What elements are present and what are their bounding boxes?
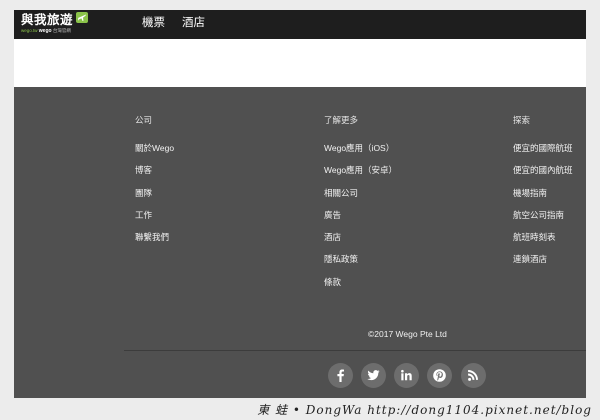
footer-link-privacy[interactable]: 隱私政策 (324, 254, 397, 276)
footer-column-learn-more: 了解更多 Wego應用（iOS） Wego應用（安卓） 相關公司 廣告 酒店 隱… (324, 115, 397, 287)
footer-link-blog[interactable]: 博客 (135, 165, 174, 187)
footer-link-terms[interactable]: 條款 (324, 277, 397, 299)
footer-column-company: 公司 關於Wego 博客 團隊 工作 聯繫我們 (135, 115, 174, 242)
footer-link-android-app[interactable]: Wego應用（安卓） (324, 165, 397, 187)
footer-link-airport-guide[interactable]: 機場指南 (513, 188, 573, 210)
linkedin-button[interactable] (394, 363, 419, 388)
nav-flights[interactable]: 機票 (142, 16, 165, 30)
logo-title: 與我旅遊 (21, 13, 74, 27)
footer-link-airline-guide[interactable]: 航空公司指南 (513, 210, 573, 232)
top-navigation-bar: 與我旅遊 wego.tw wego 台灣官網 機票 酒店 (14, 10, 586, 39)
footer-link-list: Wego應用（iOS） Wego應用（安卓） 相關公司 廣告 酒店 隱私政策 條… (324, 143, 397, 299)
logo-tagline-domain: wego.tw (21, 28, 38, 33)
footer-link-list: 關於Wego 博客 團隊 工作 聯繫我們 (135, 143, 174, 254)
twitter-icon (367, 370, 380, 381)
rss-button[interactable] (461, 363, 486, 388)
footer-link-list: 便宜的國際航班 便宜的國內航班 機場指南 航空公司指南 航班時刻表 連鎖酒店 (513, 143, 573, 277)
footer-column-heading: 了解更多 (324, 115, 359, 125)
footer-link-team[interactable]: 團隊 (135, 188, 174, 210)
footer-link-hotels[interactable]: 酒店 (324, 232, 397, 254)
pinterest-icon (433, 369, 446, 382)
footer-link-jobs[interactable]: 工作 (135, 210, 174, 232)
twitter-button[interactable] (361, 363, 386, 388)
footer-link-intl-flights[interactable]: 便宜的國際航班 (513, 143, 573, 165)
footer-link-advertising[interactable]: 廣告 (324, 210, 397, 232)
footer-link-hotel-chains[interactable]: 連鎖酒店 (513, 254, 573, 276)
linkedin-icon (401, 369, 412, 381)
footer-column-heading: 公司 (135, 115, 153, 125)
browser-viewport: 與我旅遊 wego.tw wego 台灣官網 機票 酒店 公司 關於Wego 博… (14, 10, 586, 398)
logo-tagline: wego.tw wego 台灣官網 (21, 28, 71, 34)
blog-watermark: 東 蛙 • DongWa http://dong1104.pixnet.net/… (257, 403, 592, 417)
footer-link-flight-schedules[interactable]: 航班時刻表 (513, 232, 573, 254)
facebook-button[interactable] (328, 363, 353, 388)
pinterest-button[interactable] (427, 363, 452, 388)
footer-column-explore: 探索 便宜的國際航班 便宜的國內航班 機場指南 航空公司指南 航班時刻表 連鎖酒… (513, 115, 573, 264)
footer-link-ios-app[interactable]: Wego應用（iOS） (324, 143, 397, 165)
footer-link-about[interactable]: 關於Wego (135, 143, 174, 165)
footer-link-contact[interactable]: 聯繫我們 (135, 232, 174, 254)
page-content-area (14, 39, 586, 87)
wego-logo[interactable]: 與我旅遊 wego.tw wego 台灣官網 (21, 12, 101, 38)
rss-icon (467, 370, 478, 381)
logo-tagline-suffix: 台灣官網 (52, 28, 71, 33)
logo-tagline-brand: wego (38, 28, 52, 34)
footer-link-domestic-flights[interactable]: 便宜的國內航班 (513, 165, 573, 187)
footer-divider (124, 350, 586, 351)
nav-hotels[interactable]: 酒店 (182, 16, 205, 30)
plane-icon (76, 12, 88, 23)
facebook-icon (337, 369, 344, 382)
footer-column-heading: 探索 (513, 115, 531, 125)
footer-link-affiliates[interactable]: 相關公司 (324, 188, 397, 210)
copyright-text: ©2017 Wego Pte Ltd (368, 329, 447, 339)
